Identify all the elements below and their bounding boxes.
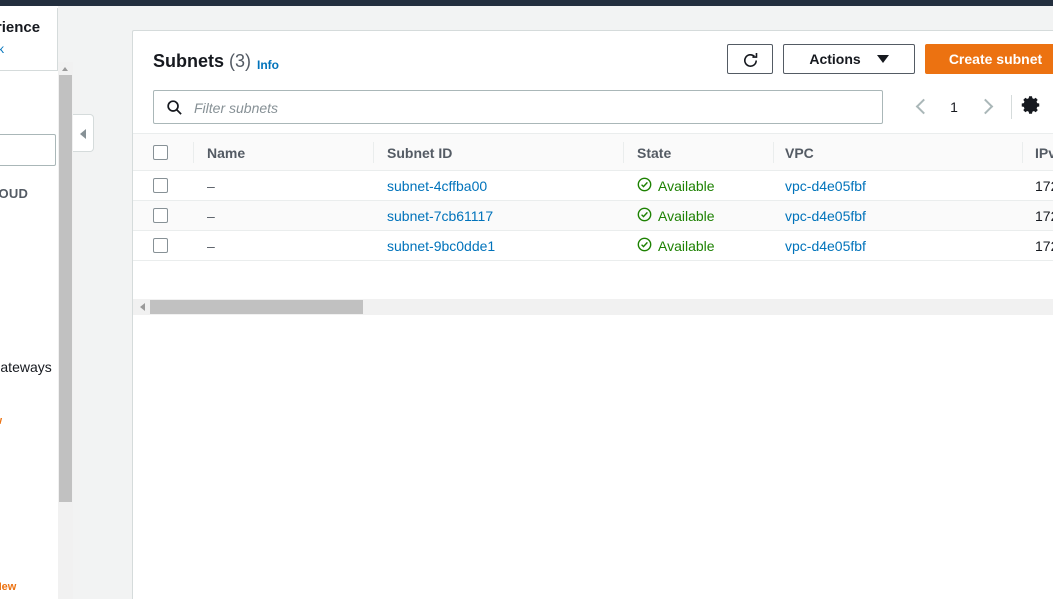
sidebar-search-input[interactable] bbox=[0, 134, 56, 166]
column-header-vpc[interactable]: VPC bbox=[785, 134, 814, 171]
select-all-header bbox=[153, 134, 168, 171]
refresh-button[interactable] bbox=[727, 44, 773, 74]
column-divider bbox=[623, 142, 624, 163]
actions-button[interactable]: Actions bbox=[783, 44, 915, 74]
new-badge: New bbox=[0, 415, 2, 427]
new-vpc-experience-panel: New VPC Experience Tell us what you thin… bbox=[0, 8, 58, 71]
table-header-row: Name Subnet ID State VPC IP bbox=[133, 133, 1053, 171]
status-available-icon bbox=[637, 177, 652, 195]
state-label: Available bbox=[658, 207, 715, 224]
sidebar-section-virtual-private-cloud: VIRTUAL PRIVATE CLOUD bbox=[0, 186, 29, 201]
page-title: Subnets (3) bbox=[153, 51, 251, 72]
cell-state: Available bbox=[637, 231, 715, 260]
info-link[interactable]: Info bbox=[257, 58, 279, 72]
cell-state: Available bbox=[637, 171, 715, 200]
column-divider bbox=[373, 142, 374, 163]
pagination-page-1[interactable]: 1 bbox=[939, 99, 969, 115]
table-row[interactable]: – subnet-4cffba00 Available vpc-d4e05fbf… bbox=[133, 171, 1053, 201]
scrollbar-up-arrow[interactable] bbox=[58, 62, 73, 75]
vpc-sidebar: New VPC Experience Tell us what you thin… bbox=[0, 6, 58, 599]
sidebar-vertical-scrollbar[interactable] bbox=[58, 62, 73, 599]
column-divider bbox=[193, 142, 194, 163]
filter-subnets-input[interactable]: Filter subnets bbox=[153, 90, 883, 124]
pagination-prev-button[interactable] bbox=[905, 90, 939, 124]
pagination: 1 bbox=[905, 90, 1046, 124]
divider bbox=[1011, 95, 1012, 119]
subnets-table: Name Subnet ID State VPC IP – subnet-4cf… bbox=[133, 133, 1053, 261]
select-all-checkbox[interactable] bbox=[153, 145, 168, 160]
cell-vpc[interactable]: vpc-d4e05fbf bbox=[785, 171, 866, 200]
column-header-state[interactable]: State bbox=[637, 134, 671, 171]
cell-subnet-id[interactable]: subnet-7cb61117 bbox=[387, 201, 493, 230]
cell-name: – bbox=[207, 237, 215, 254]
sidebar-item-endpoint-services[interactable]: Endpoint Services bbox=[0, 544, 58, 564]
table-row[interactable]: – subnet-9bc0dde1 Available vpc-d4e05fbf… bbox=[133, 231, 1053, 261]
cell-state: Available bbox=[637, 201, 715, 230]
filter-row: Filter subnets 1 bbox=[133, 87, 1053, 133]
sidebar-scroll-area: VPC DashboardNew VIRTUAL PRIVATE CLOUD N… bbox=[0, 64, 58, 599]
row-checkbox[interactable] bbox=[153, 238, 168, 253]
main-content: Subnets (3) Info Actions Create subnet F… bbox=[94, 6, 1053, 599]
row-select-cell bbox=[153, 231, 168, 260]
row-checkbox[interactable] bbox=[153, 178, 168, 193]
column-divider bbox=[773, 142, 774, 163]
cell-subnet-id[interactable]: subnet-4cffba00 bbox=[387, 171, 487, 200]
column-divider bbox=[1022, 142, 1023, 163]
cell-ipv4-cidr: 172 bbox=[1035, 177, 1053, 194]
cell-name: – bbox=[207, 207, 215, 224]
sidebar-item-nat-gateways[interactable]: NAT GatewaysNew bbox=[0, 326, 58, 348]
row-select-cell bbox=[153, 171, 168, 200]
create-subnet-label: Create subnet bbox=[948, 51, 1043, 67]
chevron-down-icon bbox=[876, 55, 889, 63]
sidebar-item-dhcp-option-sets[interactable]: DHCP Option SetsNew bbox=[0, 409, 58, 431]
cell-subnet-id[interactable]: subnet-9bc0dde1 bbox=[387, 231, 495, 260]
subnets-panel: Subnets (3) Info Actions Create subnet F… bbox=[132, 30, 1053, 599]
table-empty-area bbox=[133, 315, 1053, 599]
search-icon bbox=[166, 99, 183, 121]
create-subnet-button[interactable]: Create subnet bbox=[925, 44, 1053, 74]
cell-name: – bbox=[207, 177, 215, 194]
page-title-text: Subnets bbox=[153, 51, 225, 71]
column-label: VPC bbox=[785, 144, 814, 161]
sidebar-item-egress-only-internet-gateways[interactable]: Egress Only Internet Gateways bbox=[0, 357, 58, 377]
cell-vpc[interactable]: vpc-d4e05fbf bbox=[785, 231, 866, 260]
column-header-subnet-id[interactable]: Subnet ID bbox=[387, 134, 452, 171]
sidebar-item-managed-prefix-lists[interactable]: Managed Prefix ListsNew bbox=[0, 575, 58, 597]
tell-us-what-you-think-link[interactable]: Tell us what you think bbox=[0, 40, 49, 58]
column-label: IPv4 CIDR bbox=[1035, 144, 1053, 161]
subnet-count: (3) bbox=[229, 51, 252, 71]
state-label: Available bbox=[658, 237, 715, 254]
filter-placeholder-text: Filter subnets bbox=[194, 100, 279, 116]
scrollbar-thumb[interactable] bbox=[150, 300, 363, 314]
cell-ipv4-cidr: 172 bbox=[1035, 207, 1053, 224]
cell-vpc[interactable]: vpc-d4e05fbf bbox=[785, 201, 866, 230]
column-label: Subnet ID bbox=[387, 144, 453, 161]
table-row[interactable]: – subnet-7cb61117 Available vpc-d4e05fbf… bbox=[133, 201, 1053, 231]
status-available-icon bbox=[637, 237, 652, 255]
status-available-icon bbox=[637, 207, 652, 225]
state-label: Available bbox=[658, 177, 715, 194]
scrollbar-thumb[interactable] bbox=[59, 75, 72, 502]
scrollbar-left-arrow[interactable] bbox=[137, 301, 149, 313]
preferences-gear-button[interactable] bbox=[1020, 94, 1046, 120]
table-horizontal-scrollbar[interactable] bbox=[133, 299, 1053, 315]
column-header-ipv4-cidr[interactable]: IPv4 CIDR bbox=[1035, 134, 1053, 171]
column-label: Name bbox=[207, 144, 246, 161]
app-root: New VPC Experience Tell us what you thin… bbox=[0, 0, 1053, 599]
column-label: State bbox=[637, 144, 672, 161]
panel-header: Subnets (3) Info Actions Create subnet bbox=[133, 31, 1053, 87]
column-header-name[interactable]: Name bbox=[207, 134, 245, 171]
cell-ipv4-cidr: 172 bbox=[1035, 237, 1053, 254]
new-badge: New bbox=[0, 581, 17, 593]
new-vpc-experience-title: New VPC Experience bbox=[0, 19, 41, 36]
pagination-next-button[interactable] bbox=[969, 90, 1003, 124]
sidebar-item-elastic-ips[interactable]: Elastic IPs bbox=[0, 470, 58, 490]
collapse-sidebar-button[interactable] bbox=[73, 114, 94, 152]
row-select-cell bbox=[153, 201, 168, 230]
gear-icon bbox=[1021, 96, 1040, 114]
sidebar-item-label: Egress Only Internet Gateways bbox=[0, 359, 52, 375]
actions-label: Actions bbox=[809, 51, 861, 67]
sidebar-item-vpc-dashboard[interactable]: VPC DashboardNew bbox=[0, 86, 58, 108]
row-checkbox[interactable] bbox=[153, 208, 168, 223]
